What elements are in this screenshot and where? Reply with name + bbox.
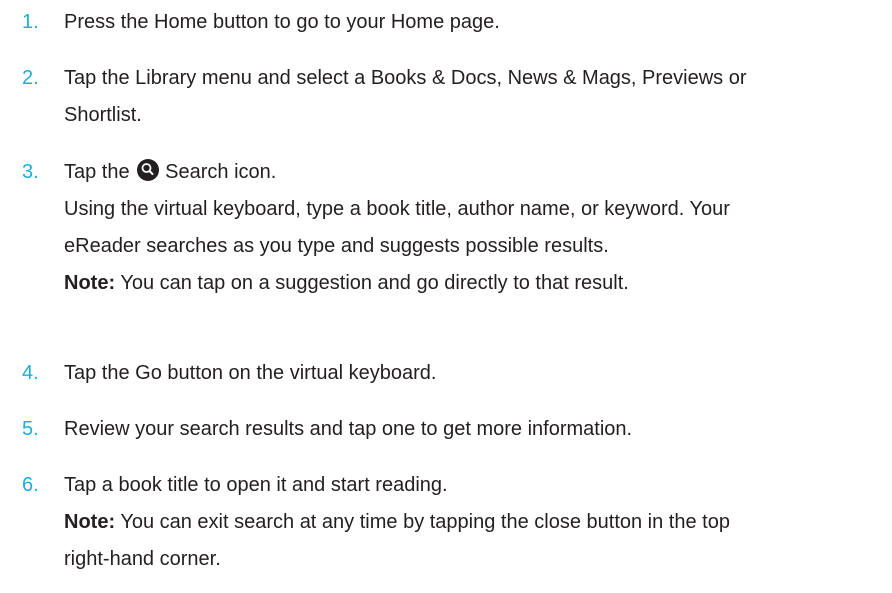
note-text: You can exit search at any time by tappi… xyxy=(120,511,730,533)
step-title: Tap the Search icon. xyxy=(64,154,890,191)
step-content: Review your search results and tap one t… xyxy=(64,411,890,448)
note-label: Note: xyxy=(64,511,116,533)
step-content: Press the Home button to go to your Home… xyxy=(64,4,890,41)
step-text: Tap the Library menu and select a Books … xyxy=(64,67,747,89)
step-note: Note: You can exit search at any time by… xyxy=(64,504,890,541)
step-title-before: Tap the xyxy=(64,161,130,183)
step-content: Tap the Go button on the virtual keyboar… xyxy=(64,355,890,392)
step-number: 1. xyxy=(22,11,39,33)
step-number: 4. xyxy=(22,362,39,384)
step-number: 6. xyxy=(22,474,39,496)
step-text: Using the virtual keyboard, type a book … xyxy=(64,198,730,220)
step-number: 2. xyxy=(22,67,39,89)
step-number: 5. xyxy=(22,418,39,440)
search-icon xyxy=(137,159,160,181)
step-text: eReader searches as you type and suggest… xyxy=(64,235,609,257)
note-text: You can tap on a suggestion and go direc… xyxy=(120,272,629,294)
step-number: 3. xyxy=(22,161,39,183)
step-title-after: Search icon. xyxy=(165,161,277,183)
step-text: Tap the Go button on the virtual keyboar… xyxy=(64,362,437,384)
step-content: Tap a book title to open it and start re… xyxy=(64,467,890,578)
step-text: Shortlist. xyxy=(64,104,142,126)
step-note-continued: right-hand corner. xyxy=(64,548,221,570)
note-label: Note: xyxy=(64,272,116,294)
step-content: Tap the Library menu and select a Books … xyxy=(64,60,890,134)
step-text: Press the Home button to go to your Home… xyxy=(64,11,500,33)
step-text: Review your search results and tap one t… xyxy=(64,418,633,440)
step-content: Tap the Search icon. Using the virtual k… xyxy=(64,154,890,302)
step-text: Tap a book title to open it and start re… xyxy=(64,474,448,496)
step-note: Note: You can tap on a suggestion and go… xyxy=(64,265,890,302)
